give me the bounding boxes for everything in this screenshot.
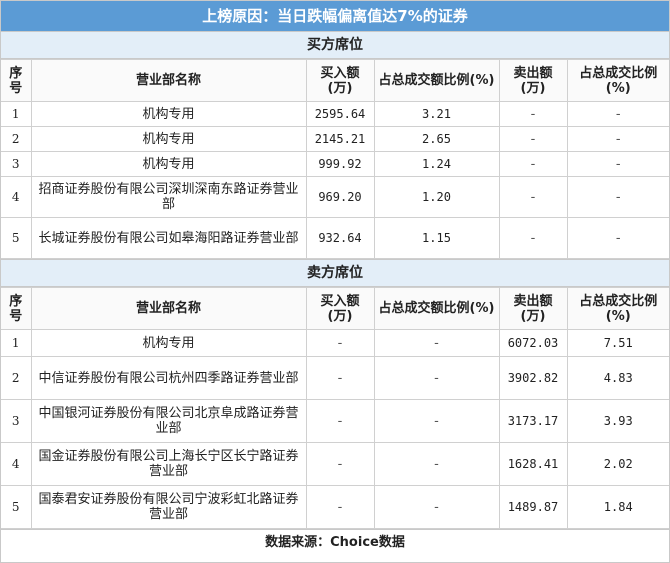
table-row: 3 中国银河证券股份有限公司北京阜成路证券营业部 - -3173.17 3.93 — [1, 399, 669, 443]
cell-idx: 3 — [1, 399, 32, 443]
cell-name: 中国银河证券股份有限公司北京阜成路证券营业部 — [30, 399, 307, 443]
data-source-note: 数据来源：Choice数据 — [1, 529, 669, 556]
cell-buy-amt: 932.64 — [305, 217, 375, 259]
cell-sell-pct: - — [566, 101, 669, 127]
cell-name: 机构专用 — [30, 329, 307, 357]
cell-sell-amt: - — [498, 126, 568, 152]
cell-idx: 5 — [1, 485, 32, 529]
col-header-sell-pct: 占总成交比例(%) — [566, 59, 669, 102]
cell-buy-pct: 3.21 — [373, 101, 500, 127]
cell-name: 机构专用 — [30, 151, 307, 177]
cell-buy-pct: 1.15 — [373, 217, 500, 259]
table-title: 上榜原因：当日跌幅偏离值达7%的证券 — [1, 1, 669, 31]
col-header-sell-pct: 占总成交比例(%) — [566, 287, 669, 330]
cell-sell-pct: - — [566, 176, 669, 218]
cell-name: 长城证券股份有限公司如皋海阳路证券营业部 — [30, 217, 307, 259]
table-row: 2 中信证券股份有限公司杭州四季路证券营业部 - -3902.82 4.83 — [1, 356, 669, 400]
cell-idx: 1 — [1, 101, 32, 127]
cell-sell-pct: - — [566, 217, 669, 259]
cell-buy-amt: - — [305, 442, 375, 486]
table-row: 5 国泰君安证券股份有限公司宁波彩虹北路证券营业部 - -1489.87 1.84 — [1, 485, 669, 529]
cell-buy-amt: 999.92 — [305, 151, 375, 177]
col-header-sell-amt: 卖出额(万) — [498, 59, 568, 102]
col-header-buy-pct: 占总成交额比例(%) — [373, 59, 500, 102]
cell-sell-amt: - — [498, 101, 568, 127]
cell-idx: 1 — [1, 329, 32, 357]
col-header-buy-pct: 占总成交额比例(%) — [373, 287, 500, 330]
cell-buy-pct: - — [373, 399, 500, 443]
table-row: 4 招商证券股份有限公司深圳深南东路证券营业部 969.20 1.20- - — [1, 176, 669, 218]
cell-buy-pct: 2.65 — [373, 126, 500, 152]
cell-sell-amt: 3173.17 — [498, 399, 568, 443]
cell-name: 中信证券股份有限公司杭州四季路证券营业部 — [30, 356, 307, 400]
cell-sell-pct: 3.93 — [566, 399, 669, 443]
cell-name: 国泰君安证券股份有限公司宁波彩虹北路证券营业部 — [30, 485, 307, 529]
cell-idx: 4 — [1, 442, 32, 486]
cell-sell-amt: 6072.03 — [498, 329, 568, 357]
col-header-name: 营业部名称 — [30, 287, 307, 330]
cell-buy-amt: 969.20 — [305, 176, 375, 218]
cell-sell-pct: 2.02 — [566, 442, 669, 486]
cell-buy-amt: - — [305, 356, 375, 400]
cell-sell-pct: 7.51 — [566, 329, 669, 357]
cell-idx: 3 — [1, 151, 32, 177]
cell-idx: 2 — [1, 356, 32, 400]
cell-sell-pct: - — [566, 151, 669, 177]
cell-buy-pct: 1.24 — [373, 151, 500, 177]
cell-sell-pct: 1.84 — [566, 485, 669, 529]
cell-buy-pct: 1.20 — [373, 176, 500, 218]
col-header-buy-amt: 买入额(万) — [305, 287, 375, 330]
table-row: 3 机构专用 999.92 1.24- - — [1, 151, 669, 177]
cell-buy-pct: - — [373, 485, 500, 529]
cell-buy-pct: - — [373, 329, 500, 357]
cell-sell-amt: 1489.87 — [498, 485, 568, 529]
cell-name: 机构专用 — [30, 101, 307, 127]
cell-sell-pct: 4.83 — [566, 356, 669, 400]
buy-section-header: 买方席位 — [1, 31, 669, 59]
sell-table-header: 序号 营业部名称 买入额(万) 占总成交额比例(%) 卖出额(万) 占总成交比例… — [1, 287, 669, 330]
cell-name: 国金证券股份有限公司上海长宁区长宁路证券营业部 — [30, 442, 307, 486]
cell-sell-amt: 1628.41 — [498, 442, 568, 486]
cell-idx: 2 — [1, 126, 32, 152]
cell-sell-pct: - — [566, 126, 669, 152]
cell-buy-amt: - — [305, 329, 375, 357]
cell-buy-amt: 2145.21 — [305, 126, 375, 152]
lhb-table-card: 上榜原因：当日跌幅偏离值达7%的证券 买方席位 序号 营业部名称 买入额(万) … — [0, 0, 670, 563]
buy-table: 序号 营业部名称 买入额(万) 占总成交额比例(%) 卖出额(万) 占总成交比例… — [1, 59, 669, 259]
cell-buy-amt: - — [305, 399, 375, 443]
table-row: 4 国金证券股份有限公司上海长宁区长宁路证券营业部 - -1628.41 2.02 — [1, 442, 669, 486]
col-header-idx: 序号 — [1, 287, 32, 330]
cell-sell-amt: - — [498, 151, 568, 177]
col-header-idx: 序号 — [1, 59, 32, 102]
table-row: 5 长城证券股份有限公司如皋海阳路证券营业部 932.64 1.15- - — [1, 217, 669, 259]
sell-table: 序号 营业部名称 买入额(万) 占总成交额比例(%) 卖出额(万) 占总成交比例… — [1, 287, 669, 529]
table-row: 2 机构专用 2145.21 2.65- - — [1, 126, 669, 152]
col-header-name: 营业部名称 — [30, 59, 307, 102]
cell-sell-amt: - — [498, 217, 568, 259]
buy-table-header: 序号 营业部名称 买入额(万) 占总成交额比例(%) 卖出额(万) 占总成交比例… — [1, 59, 669, 102]
cell-buy-amt: 2595.64 — [305, 101, 375, 127]
sell-section-header: 卖方席位 — [1, 259, 669, 287]
col-header-sell-amt: 卖出额(万) — [498, 287, 568, 330]
cell-idx: 4 — [1, 176, 32, 218]
cell-name: 机构专用 — [30, 126, 307, 152]
cell-sell-amt: - — [498, 176, 568, 218]
col-header-buy-amt: 买入额(万) — [305, 59, 375, 102]
table-row: 1 机构专用 - -6072.03 7.51 — [1, 329, 669, 357]
table-row: 1 机构专用 2595.64 3.21- - — [1, 101, 669, 127]
cell-buy-pct: - — [373, 356, 500, 400]
cell-sell-amt: 3902.82 — [498, 356, 568, 400]
cell-idx: 5 — [1, 217, 32, 259]
cell-name: 招商证券股份有限公司深圳深南东路证券营业部 — [30, 176, 307, 218]
cell-buy-pct: - — [373, 442, 500, 486]
cell-buy-amt: - — [305, 485, 375, 529]
